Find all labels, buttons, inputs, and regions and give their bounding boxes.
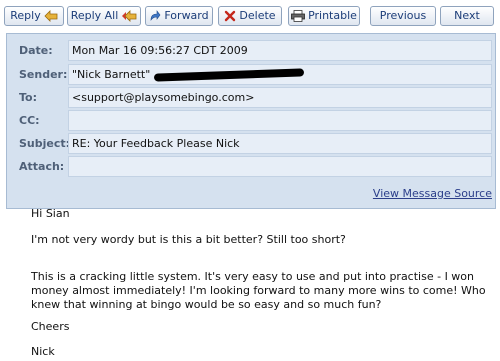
redaction-mark: [154, 68, 305, 82]
body-line-1: I'm not very wordy but is this a bit bet…: [31, 233, 346, 246]
reply-arrow-icon: [44, 10, 58, 22]
sender-row: Sender: "Nick Barnett": [7, 64, 495, 87]
to-value: <support@playsomebingo.com>: [68, 87, 492, 108]
subject-row: Subject: RE: Your Feedback Please Nick: [7, 133, 495, 156]
subject-label: Subject:: [19, 137, 71, 150]
attach-label: Attach:: [19, 160, 65, 173]
printable-label: Printable: [308, 9, 357, 22]
reply-all-label: Reply All: [70, 9, 119, 22]
subject-value: RE: Your Feedback Please Nick: [68, 133, 492, 154]
to-label: To:: [19, 91, 37, 104]
reply-label: Reply: [10, 9, 41, 22]
previous-label: Previous: [379, 9, 427, 22]
reply-button[interactable]: Reply: [4, 6, 64, 26]
previous-button[interactable]: Previous: [370, 6, 436, 26]
delete-x-icon: [224, 10, 236, 22]
attach-value: [68, 156, 492, 177]
body-paragraph: This is a cracking little system. It's v…: [31, 270, 486, 311]
sender-field: "Nick Barnett": [68, 64, 492, 85]
closing-text: Cheers: [31, 320, 70, 333]
message-toolbar: Reply Reply All Forward Delete Printable…: [0, 0, 500, 30]
forward-arrow-icon: [149, 10, 161, 22]
forward-label: Forward: [164, 9, 209, 22]
view-message-source-link[interactable]: View Message Source: [373, 187, 492, 200]
cc-value: [68, 110, 492, 131]
date-value: Mon Mar 16 09:56:27 CDT 2009: [68, 40, 492, 61]
to-row: To: <support@playsomebingo.com>: [7, 87, 495, 110]
sender-value: "Nick Barnett": [72, 68, 151, 81]
date-row: Date: Mon Mar 16 09:56:27 CDT 2009: [7, 40, 495, 63]
next-label: Next: [454, 9, 480, 22]
greeting-text: Hi Sian: [31, 207, 70, 220]
delete-label: Delete: [239, 9, 276, 22]
printer-icon: [291, 10, 305, 22]
next-button[interactable]: Next: [440, 6, 494, 26]
cc-label: CC:: [19, 114, 40, 127]
reply-all-arrow-icon: [121, 10, 137, 22]
signature-text: Nick: [31, 345, 55, 358]
reply-all-button[interactable]: Reply All: [67, 6, 141, 26]
date-label: Date:: [19, 44, 53, 57]
message-header-panel: Date: Mon Mar 16 09:56:27 CDT 2009 Sende…: [6, 33, 496, 209]
forward-button[interactable]: Forward: [145, 6, 213, 26]
attach-row: Attach:: [7, 156, 495, 179]
cc-row: CC:: [7, 110, 495, 133]
printable-button[interactable]: Printable: [288, 6, 360, 26]
delete-button[interactable]: Delete: [218, 6, 282, 26]
sender-label: Sender:: [19, 68, 68, 81]
